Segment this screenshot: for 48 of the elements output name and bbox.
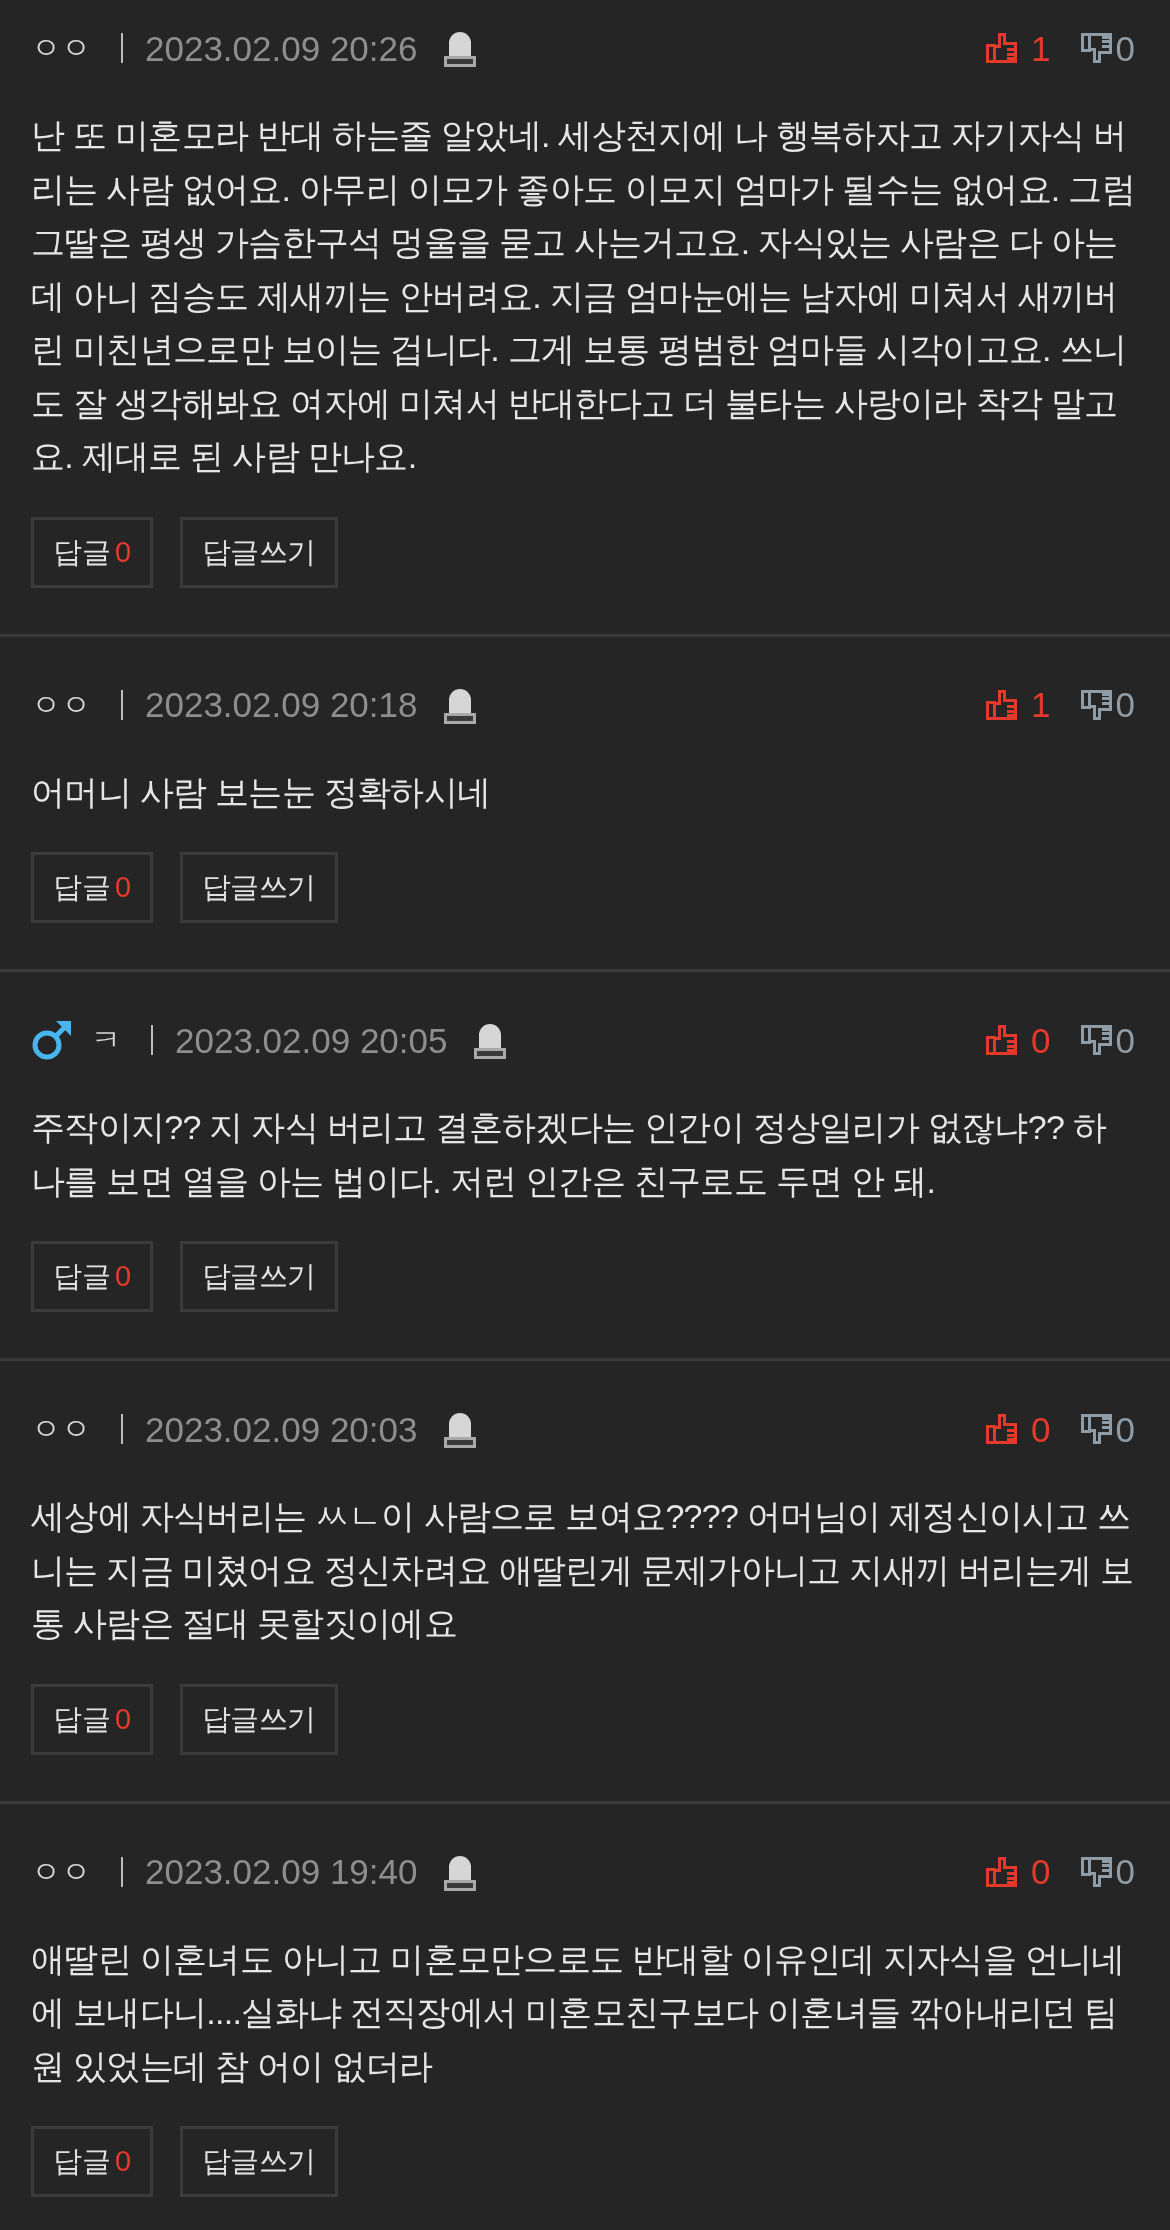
write-reply-button[interactable]: 답글쓰기: [179, 1683, 338, 1755]
replies-button[interactable]: 답글 0: [31, 2126, 153, 2197]
author-name: ㅇㅇ: [31, 33, 91, 63]
thumbs-down-icon: [1080, 32, 1112, 64]
siren-icon[interactable]: [443, 29, 478, 67]
write-reply-button[interactable]: 답글쓰기: [179, 516, 338, 588]
comment-text: 세상에 자식버리는 ㅆㄴ이 사람으로 보여요???? 어머님이 제정신이시고 쓰니는 지금 미쳤어요 정신차려요 애딸린게 문제가아니고 지새끼 버리는게 보통 사람은 절대 못할짓이에요: [31, 1496, 1135, 1644]
thumbs-up-icon: [986, 32, 1018, 64]
dislike-button[interactable]: 0: [1080, 1854, 1135, 1889]
replies-button[interactable]: 답글 0: [31, 1241, 153, 1312]
comment-date: 2023.02.09 20:26: [145, 30, 418, 66]
like-button[interactable]: 0: [986, 1022, 1051, 1058]
comment-date: 2023.02.09 20:05: [175, 1022, 448, 1058]
replies-button[interactable]: 답글 0: [31, 1683, 153, 1755]
comment-text: 난 또 미혼모라 반대 하는줄 알았네. 세상천지에 나 행복하자고 자기자식 버리는 사람 없어요. 아무리 이모가 좋아도 이모지 엄마가 될수는 없어요. 그럼 그딸은 평생 가슴한구석 멍울을 묻고 사는거고요. 자식있는 사람은 다 아는데 아니 짐승도 제새끼는 안버려요. 지금 엄마눈에는 남자에 미쳐서 새끼버린 미친년으로만 보이는 겁니다. 그게 보통 평범한 엄마들 시각이고요. 쓰니도 잘 생각해봐요 여자에 미쳐서 반대한다고 더 불타는 사랑이라 착각 말고요. 제대로 된 사람 만나요.: [31, 115, 1135, 477]
write-reply-button[interactable]: 답글쓰기: [179, 2126, 338, 2197]
author-name: ㅇㅇ: [31, 689, 91, 720]
dislike-button[interactable]: 0: [1080, 30, 1135, 66]
thumbs-up-icon: [986, 1413, 1018, 1445]
thumbs-up-icon: [986, 1855, 1018, 1888]
comment-text: 애딸린 이혼녀도 아니고 미혼모만으로도 반대할 이유인데 지자식을 언니네에 보내다니....실화냐 전직장에서 미혼모친구보다 이혼녀들 깎아내리던 팀원 있었는데 참 어이 없더라: [31, 1938, 1126, 2087]
like-button[interactable]: 1: [986, 687, 1051, 722]
dislike-button[interactable]: 0: [1080, 1022, 1135, 1058]
comment-text: 주작이지?? 지 자식 버리고 결혼하겠다는 인간이 정상일리가 없잖냐?? 하나를 보면 열을 아는 법이다. 저런 인간은 친구로도 두면 안 돼.: [31, 1107, 1108, 1202]
comment-text: 어머니 사람 보는눈 정확하시네: [31, 771, 492, 813]
siren-icon[interactable]: [473, 1021, 508, 1059]
like-button[interactable]: 0: [986, 1854, 1051, 1889]
thumbs-down-icon: [1080, 688, 1112, 721]
comment-date: 2023.02.09 20:03: [145, 1411, 418, 1447]
write-reply-button[interactable]: 답글쓰기: [179, 1241, 338, 1312]
comment-date: 2023.02.09 19:40: [145, 1854, 418, 1889]
replies-button[interactable]: 답글 0: [31, 516, 153, 588]
thumbs-down-icon: [1080, 1855, 1112, 1888]
author-name: ㅇㅇ: [31, 1856, 91, 1887]
thumbs-down-icon: [1080, 1413, 1112, 1445]
write-reply-button[interactable]: 답글쓰기: [179, 852, 338, 923]
author-name: ㅇㅇ: [31, 1414, 91, 1444]
author-name: ㅋ: [91, 1025, 121, 1055]
siren-icon[interactable]: [443, 1410, 478, 1448]
dislike-button[interactable]: 0: [1080, 1411, 1135, 1447]
thumbs-down-icon: [1080, 1024, 1112, 1056]
comment-date: 2023.02.09 20:18: [145, 687, 418, 722]
thumbs-up-icon: [986, 688, 1018, 721]
like-button[interactable]: 1: [986, 30, 1051, 66]
thumbs-up-icon: [986, 1024, 1018, 1056]
dislike-button[interactable]: 0: [1080, 687, 1135, 722]
replies-button[interactable]: 답글 0: [31, 852, 153, 923]
like-button[interactable]: 0: [986, 1411, 1051, 1447]
